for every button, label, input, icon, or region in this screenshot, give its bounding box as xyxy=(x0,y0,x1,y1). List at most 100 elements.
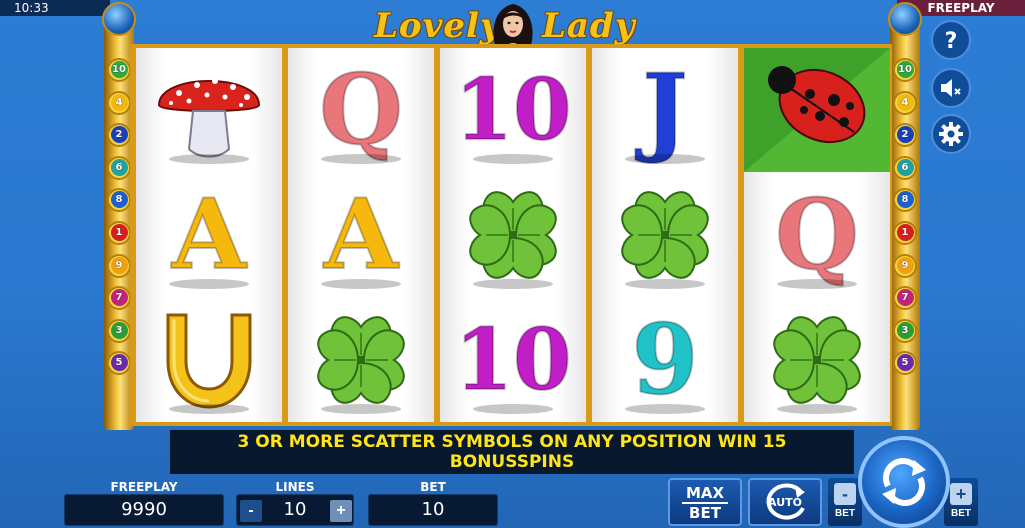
payline-number: 8 xyxy=(110,191,128,209)
reel-3: 10 10 xyxy=(440,48,586,422)
reel-symbol xyxy=(744,48,890,172)
four-leaf-clover-symbol-icon xyxy=(469,191,557,279)
symbol-shadow xyxy=(473,404,553,414)
reel-symbol: 10 xyxy=(440,298,586,422)
symbol-shadow xyxy=(169,404,249,414)
freeplay-balance: 9990 xyxy=(64,494,224,526)
reel-symbol xyxy=(288,298,434,422)
reel-symbol: Q xyxy=(744,173,890,297)
payline-marker: 1 xyxy=(107,221,131,245)
payline-number: 5 xyxy=(896,354,914,372)
payline-marker: 9 xyxy=(893,253,917,278)
bet-decrease-label: BET xyxy=(835,508,855,519)
settings-button[interactable] xyxy=(931,114,971,154)
spin-button[interactable] xyxy=(858,436,950,528)
payline-number: 3 xyxy=(896,321,914,339)
reel-symbol: A xyxy=(288,173,434,297)
logo-word-lovely: Lovely xyxy=(374,6,501,46)
ace-symbol: A xyxy=(171,178,247,291)
symbol-shadow xyxy=(473,279,553,289)
ladybug-symbol-icon xyxy=(744,48,890,172)
payline-marker: 6 xyxy=(107,155,131,180)
clock: 10:33 xyxy=(0,0,110,16)
payline-number: 6 xyxy=(896,158,914,176)
symbol-shadow xyxy=(473,154,553,164)
symbol-shadow xyxy=(169,279,249,289)
payline-marker: 5 xyxy=(893,351,917,376)
help-icon: ? xyxy=(945,29,958,52)
payline-marker: 5 xyxy=(107,351,131,376)
freeplay-label: FREEPLAY xyxy=(110,480,178,494)
payline-number: 2 xyxy=(110,126,128,144)
payline-marker: 10 xyxy=(107,58,131,82)
spin-arrows-icon xyxy=(882,458,926,506)
payline-number: 5 xyxy=(110,354,128,372)
lines-increase-button[interactable]: + xyxy=(330,500,352,522)
game-logo: Lovely Lady xyxy=(370,2,650,48)
reel-symbol xyxy=(136,48,282,172)
payline-number: 2 xyxy=(896,126,914,144)
payline-number: 4 xyxy=(110,93,128,111)
payline-marker: 2 xyxy=(107,123,131,148)
four-leaf-clover-symbol-icon xyxy=(317,316,405,404)
payline-marker: 3 xyxy=(893,318,917,343)
payline-number: 8 xyxy=(896,191,914,209)
symbol-shadow xyxy=(321,279,401,289)
auto-label: AUTO xyxy=(768,495,802,509)
horseshoe-symbol-icon xyxy=(166,313,252,409)
payline-number: 10 xyxy=(110,61,128,78)
nine-symbol: 9 xyxy=(631,303,700,416)
payline-marker: 8 xyxy=(107,188,131,213)
four-leaf-clover-symbol-icon xyxy=(621,191,709,279)
max-bet-button[interactable]: MAX BET xyxy=(668,478,742,526)
bet-value: 10 xyxy=(368,494,498,526)
reel-symbol xyxy=(440,173,586,297)
reel-2: QA xyxy=(288,48,434,422)
plus-icon: + xyxy=(950,483,972,505)
symbol-shadow xyxy=(625,154,705,164)
symbol-shadow xyxy=(625,404,705,414)
sound-muted-icon xyxy=(941,79,961,97)
bet-label: BET xyxy=(420,480,446,494)
payline-number: 1 xyxy=(110,224,128,241)
lines-value: 10 xyxy=(283,499,307,520)
lady-portrait-icon xyxy=(493,4,533,48)
lines-decrease-button[interactable]: - xyxy=(240,500,262,522)
ten-symbol: 10 xyxy=(454,310,573,409)
right-payline-pillar: 10 4 2 6 8 1 9 7 3 5 xyxy=(888,2,922,430)
reel-symbol xyxy=(592,173,738,297)
sound-button[interactable] xyxy=(931,68,971,108)
reel-frame: A QA 10 10 J9 Q xyxy=(130,44,892,426)
reel-symbol: 9 xyxy=(592,298,738,422)
reel-5: Q xyxy=(744,48,890,422)
symbol-shadow xyxy=(169,154,249,164)
lines-label: LINES xyxy=(275,480,315,494)
payline-marker: 4 xyxy=(893,90,917,115)
autoplay-button[interactable]: AUTO xyxy=(748,478,822,526)
svg-text:?: ? xyxy=(945,29,958,52)
payline-number: 9 xyxy=(110,256,128,274)
symbol-shadow xyxy=(777,279,857,289)
payline-marker: 4 xyxy=(107,90,131,115)
symbol-shadow xyxy=(625,279,705,289)
payline-marker: 3 xyxy=(107,318,131,343)
payline-marker: 2 xyxy=(893,123,917,148)
reel-4: J9 xyxy=(592,48,738,422)
payline-marker: 1 xyxy=(893,221,917,245)
payline-marker: 7 xyxy=(893,286,917,311)
payline-number: 9 xyxy=(896,256,914,274)
payline-number: 4 xyxy=(896,93,914,111)
reel-symbol xyxy=(744,298,890,422)
help-button[interactable]: ? xyxy=(931,20,971,60)
gear-icon xyxy=(939,122,963,146)
payline-marker: 7 xyxy=(107,286,131,311)
minus-icon: - xyxy=(834,483,856,505)
queen-symbol: Q xyxy=(318,53,404,166)
ace-symbol: A xyxy=(323,178,399,291)
payline-number: 1 xyxy=(896,224,914,241)
info-message: 3 OR MORE SCATTER SYMBOLS ON ANY POSITIO… xyxy=(170,430,854,474)
pillar-cap xyxy=(102,2,136,36)
symbol-shadow xyxy=(321,154,401,164)
bet-decrease-button[interactable]: - BET xyxy=(828,478,862,526)
mushroom-symbol-icon xyxy=(157,78,261,158)
